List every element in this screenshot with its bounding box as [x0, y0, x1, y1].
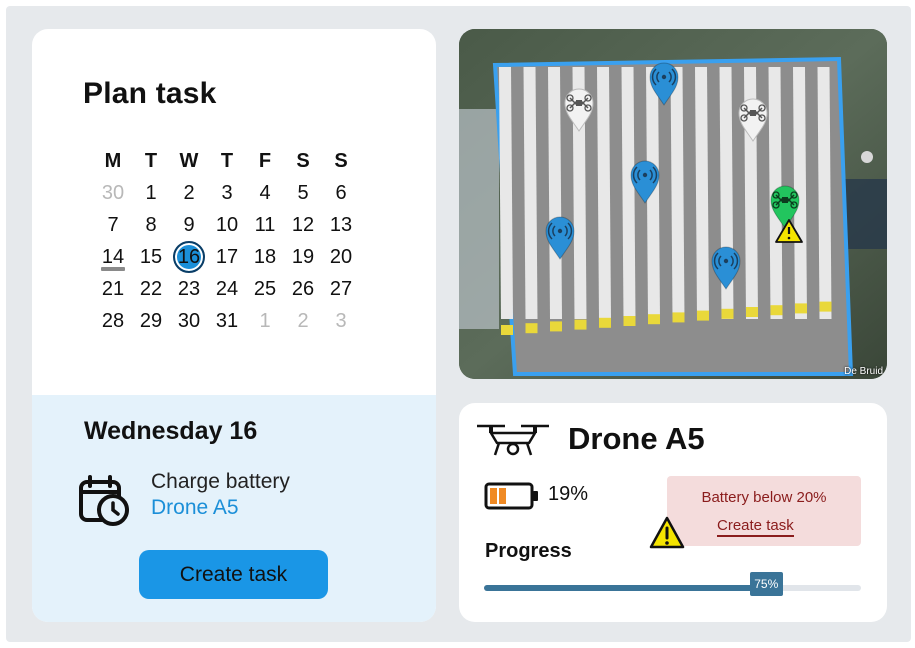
calendar-day[interactable]: 2 [284, 305, 322, 337]
battery-alert: Battery below 20% Create task [667, 476, 861, 546]
calendar-day[interactable]: 20 [322, 241, 360, 273]
calendar-day[interactable]: 13 [322, 209, 360, 241]
task-name: Charge battery [151, 470, 290, 493]
battery-percentage: 19% [548, 483, 589, 505]
day-detail: Wednesday 16 Charge battery Drone A5 Cre… [32, 395, 436, 622]
calendar-day[interactable]: 1 [132, 177, 170, 209]
create-task-button[interactable]: Create task [139, 550, 328, 599]
calendar-day[interactable]: 30 [170, 305, 208, 337]
weekday-header: T [220, 150, 234, 172]
calendar-day[interactable]: 7 [94, 209, 132, 241]
calendar-day[interactable]: 4 [246, 177, 284, 209]
flight-stripe [597, 67, 611, 319]
calendar-day[interactable]: 31 [208, 305, 246, 337]
calendar-day[interactable]: 24 [208, 273, 246, 305]
map-view[interactable]: De Bruid [459, 29, 887, 379]
task-drone-link[interactable]: Drone A5 [151, 496, 239, 520]
calendar-day[interactable]: 1 [246, 305, 284, 337]
landing-marker [525, 323, 538, 334]
plan-task-card: Plan task M T W T F S S 30 1 2 3 4 5 6 7 8 9 10 11 12 13 14 15… [32, 29, 436, 622]
greenhouse-roof [459, 109, 499, 329]
landing-marker [746, 307, 758, 317]
calendar-day[interactable]: 25 [246, 273, 284, 305]
calendar-day[interactable]: 12 [284, 209, 322, 241]
calendar-day[interactable]: 27 [322, 273, 360, 305]
plan-title: Plan task [83, 77, 217, 110]
drone-title: Drone A5 [568, 421, 705, 456]
landing-marker [574, 319, 587, 330]
progress-fill [484, 585, 767, 591]
landing-marker [770, 305, 783, 316]
calendar-day[interactable]: 26 [284, 273, 322, 305]
progress-label: Progress [485, 540, 572, 562]
weekday-header: W [179, 150, 199, 172]
landing-marker [501, 325, 513, 335]
calendar-day[interactable]: 28 [94, 305, 132, 337]
calendar-day[interactable]: 3 [208, 177, 246, 209]
progress-bar: 75% [484, 572, 861, 596]
calendar-day[interactable]: 19 [284, 241, 322, 273]
landing-marker [672, 312, 685, 323]
calendar-day[interactable]: 18 [246, 241, 284, 273]
weekday-header: S [296, 150, 310, 172]
alert-message: Battery below 20% [701, 489, 827, 506]
calendar-clock-icon [79, 475, 129, 526]
field-map[interactable] [459, 29, 887, 379]
weekday-header: S [334, 150, 348, 172]
drone-status-card: Drone A5 19% Battery below 20% Create ta… [459, 403, 887, 622]
calendar-day-selected[interactable]: 16 [170, 241, 208, 273]
calendar-day[interactable]: 29 [132, 305, 170, 337]
flight-stripe [621, 67, 636, 319]
landing-marker [623, 316, 636, 326]
calendar-day[interactable]: 6 [322, 177, 360, 209]
weekday-header: T [144, 150, 158, 172]
battery-low-icon [484, 482, 538, 510]
calendar-day[interactable]: 5 [284, 177, 322, 209]
flight-stripe [670, 67, 685, 319]
landing-marker [819, 301, 832, 312]
calendar-day[interactable]: 15 [132, 241, 170, 273]
day-title: Wednesday 16 [84, 417, 258, 445]
flight-stripe [523, 67, 538, 319]
weekday-header: M [104, 150, 122, 172]
landing-marker [648, 314, 660, 325]
landing-marker [795, 303, 807, 314]
flight-stripe [548, 67, 562, 319]
calendar-day[interactable]: 23 [170, 273, 208, 305]
calendar-day[interactable]: 8 [132, 209, 170, 241]
alert-create-task-link[interactable]: Create task [717, 517, 794, 537]
calendar-day[interactable]: 2 [170, 177, 208, 209]
calendar-day[interactable]: 10 [208, 209, 246, 241]
landing-marker [599, 317, 611, 328]
weekday-header: F [258, 150, 272, 172]
landing-marker [550, 321, 562, 332]
calendar-day[interactable]: 21 [94, 273, 132, 305]
calendar-day[interactable]: 17 [208, 241, 246, 273]
silo [861, 151, 873, 163]
progress-value: 75% [749, 572, 783, 596]
landing-marker [697, 310, 709, 321]
flight-stripe [499, 67, 513, 319]
map-credit: De Bruid [844, 366, 883, 377]
warning-icon [649, 516, 685, 549]
flight-stripe [817, 67, 832, 319]
landing-marker [721, 308, 734, 319]
calendar-day[interactable]: 22 [132, 273, 170, 305]
calendar-day-today[interactable]: 14 [94, 241, 132, 273]
calendar-day[interactable]: 30 [94, 177, 132, 209]
calendar-day[interactable]: 11 [246, 209, 284, 241]
calendar-day[interactable]: 3 [322, 305, 360, 337]
calendar: M T W T F S S 30 1 2 3 4 5 6 7 8 9 10 11 12 13 14 15 16 17 18 19 20… [94, 145, 360, 337]
flight-stripe [695, 67, 709, 319]
calendar-day[interactable]: 9 [170, 209, 208, 241]
drone-icon [477, 424, 549, 456]
